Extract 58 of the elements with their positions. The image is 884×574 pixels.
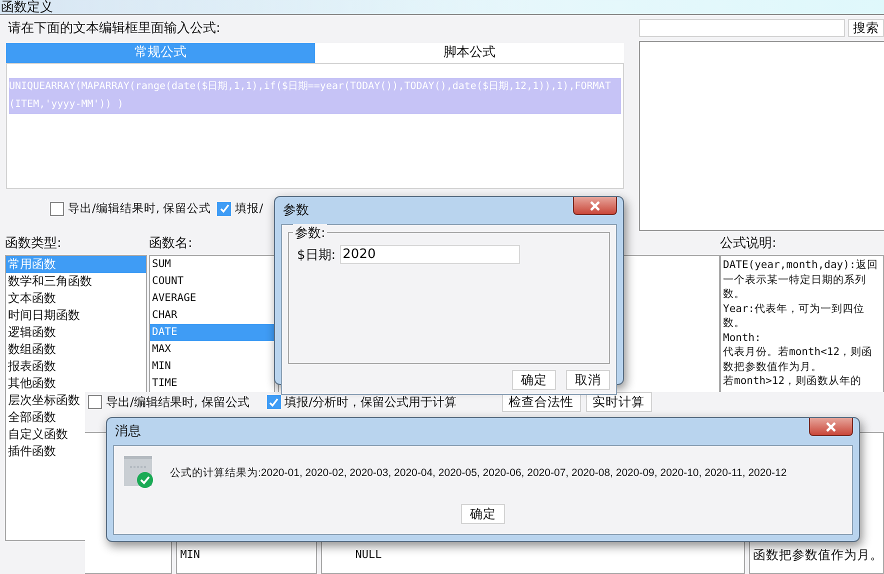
- list-item[interactable]: 全部函数: [6, 409, 56, 426]
- list-item[interactable]: CHAR: [150, 307, 274, 324]
- list-item[interactable]: 文本函数: [6, 290, 56, 307]
- description-text: 若month>12，则函数从年的: [723, 374, 863, 388]
- list-item[interactable]: 数组函数: [6, 341, 56, 358]
- checkbox-label: 导出/编辑结果时, 保留公式: [106, 394, 250, 410]
- dialog-title: 消息: [114, 423, 141, 441]
- description-text: Month:: [723, 330, 762, 345]
- tab[interactable]: 脚本公式: [315, 43, 624, 63]
- search-button[interactable]: 搜索: [848, 19, 884, 37]
- checkbox-label: 填报/分析时，保留公式用于计算: [284, 394, 457, 410]
- list-label: 公式说明:: [720, 235, 778, 253]
- checkbox-label: 填报/: [235, 201, 264, 216]
- input-field[interactable]: 2020: [340, 245, 520, 264]
- list-item[interactable]: COUNT: [150, 273, 274, 290]
- close-button[interactable]: [809, 418, 853, 436]
- list-item[interactable]: 其他函数: [6, 375, 56, 392]
- field-label: $日期:: [297, 246, 336, 264]
- list-item[interactable]: AVERAGE: [150, 290, 274, 307]
- checkbox[interactable]: [266, 395, 281, 409]
- checkbox[interactable]: [50, 202, 64, 216]
- description-text: DATE(year,month,day):返回一个表示某一特定日期的系列数。: [723, 258, 879, 302]
- list-item[interactable]: 层次坐标函数: [6, 392, 80, 409]
- success-icon: [124, 456, 156, 490]
- list-item[interactable]: 数学和三角函数: [6, 273, 92, 290]
- list-item[interactable]: MIN: [150, 358, 274, 375]
- list-item[interactable]: 自定义函数: [6, 426, 68, 443]
- list-item[interactable]: 报表函数: [6, 358, 56, 375]
- list-item[interactable]: 逻辑函数: [6, 324, 56, 341]
- list-label: 函数类型:: [5, 235, 62, 253]
- checkbox-label: 导出/编辑结果时, 保留公式: [68, 201, 212, 216]
- search-field[interactable]: [639, 19, 845, 37]
- group-label: 参数:: [293, 224, 328, 242]
- list-label: 函数名:: [149, 235, 194, 253]
- list-item[interactable]: 插件函数: [6, 443, 56, 460]
- formula-text: UNIQUEARRAY(MAPARRAY(range(date($日期,1,1),if($日期==year(TODAY()),TODAY(),date($日期,12,1)),1),FORMAT(ITEM,'yyyy-MM')) ): [9, 78, 621, 114]
- list-item[interactable]: MIN: [177, 547, 316, 563]
- action-button[interactable]: 实时计算: [586, 392, 652, 412]
- prompt-label: 请在下面的文本编辑框里面输入公式:: [7, 20, 222, 38]
- checkbox[interactable]: [217, 202, 232, 216]
- list-item[interactable]: 时间日期函数: [6, 307, 80, 324]
- ok-button[interactable]: 确定: [461, 504, 505, 524]
- message-text: 公式的计算结果为:2020-01, 2020-02, 2020-03, 2020-04, 2020-05, 2020-06, 2020-07, 2020-08, 2020-09, 2020-10, 2020-11, 2020-12: [170, 466, 787, 480]
- close-button[interactable]: [573, 197, 617, 215]
- description-text: Year:代表年，可为一到四位数。: [723, 302, 866, 330]
- dialog-button[interactable]: 确定: [512, 370, 556, 390]
- window-title: 函数定义: [0, 1, 53, 14]
- close-icon: [824, 422, 838, 432]
- list-item[interactable]: MAX: [150, 341, 274, 358]
- description-text: 函数把参数值作为月。: [752, 547, 883, 563]
- tree-item[interactable]: NULL: [352, 547, 744, 563]
- description-text: 代表月份。若month<12，则函数把参数值作为月。: [723, 345, 874, 374]
- close-icon: [588, 200, 602, 210]
- dialog-button[interactable]: 取消: [566, 370, 610, 390]
- list-item[interactable]: SUM: [150, 256, 274, 273]
- dialog-title: 参数: [282, 202, 309, 220]
- list-item[interactable]: TIME: [150, 375, 274, 392]
- checkbox[interactable]: [88, 395, 102, 409]
